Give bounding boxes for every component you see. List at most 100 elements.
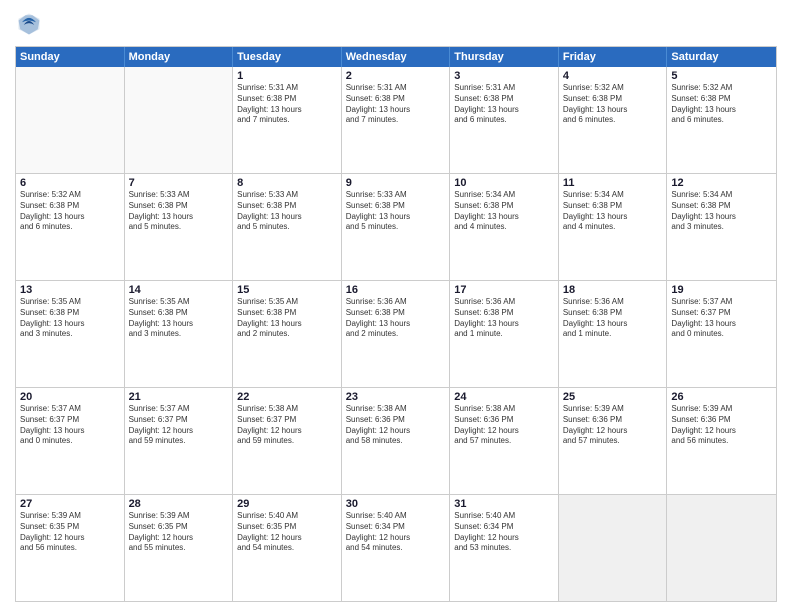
day-details: Sunrise: 5:35 AM Sunset: 6:38 PM Dayligh…: [129, 297, 229, 340]
calendar-cell-5-3: 29Sunrise: 5:40 AM Sunset: 6:35 PM Dayli…: [233, 495, 342, 601]
calendar-cell-4-3: 22Sunrise: 5:38 AM Sunset: 6:37 PM Dayli…: [233, 388, 342, 494]
calendar-row-5: 27 Sunrise: 5:39 AM Sunset: 6:35 PM Dayli…: [16, 494, 776, 601]
day-details: Sunrise: 5:39 AM Sunset: 6:36 PM Dayligh…: [563, 404, 663, 447]
calendar-cell-2-7: 12Sunrise: 5:34 AM Sunset: 6:38 PM Dayli…: [667, 174, 776, 280]
day-number: 3: [454, 70, 554, 82]
day-number: 12: [671, 177, 772, 189]
calendar-cell-2-4: 9Sunrise: 5:33 AM Sunset: 6:38 PM Daylig…: [342, 174, 451, 280]
day-number: 19: [671, 284, 772, 296]
calendar-cell-4-1: 20Sunrise: 5:37 AM Sunset: 6:37 PM Dayli…: [16, 388, 125, 494]
calendar-cell-5-7: [667, 495, 776, 601]
calendar-cell-3-4: 16Sunrise: 5:36 AM Sunset: 6:38 PM Dayli…: [342, 281, 451, 387]
day-number: 28: [129, 498, 229, 510]
day-details: Sunrise: 5:40 AM Sunset: 6:35 PM Dayligh…: [237, 511, 337, 554]
day-number: 14: [129, 284, 229, 296]
day-number: 7: [129, 177, 229, 189]
day-number: 17: [454, 284, 554, 296]
day-number: 25: [563, 391, 663, 403]
weekday-header-thursday: Thursday: [450, 47, 559, 67]
day-number: 30: [346, 498, 446, 510]
day-details: Sunrise: 5:37 AM Sunset: 6:37 PM Dayligh…: [671, 297, 772, 340]
day-details: Sunrise: 5:40 AM Sunset: 6:34 PM Dayligh…: [454, 511, 554, 554]
page: SundayMondayTuesdayWednesdayThursdayFrid…: [0, 0, 792, 612]
day-number: 22: [237, 391, 337, 403]
calendar-row-1: 1Sunrise: 5:31 AM Sunset: 6:38 PM Daylig…: [16, 67, 776, 173]
weekday-header-monday: Monday: [125, 47, 234, 67]
calendar-cell-5-2: 28Sunrise: 5:39 AM Sunset: 6:35 PM Dayli…: [125, 495, 234, 601]
calendar-cell-1-4: 2Sunrise: 5:31 AM Sunset: 6:38 PM Daylig…: [342, 67, 451, 173]
weekday-header-wednesday: Wednesday: [342, 47, 451, 67]
day-details: Sunrise: 5:32 AM Sunset: 6:38 PM Dayligh…: [563, 83, 663, 126]
day-details: Sunrise: 5:34 AM Sunset: 6:38 PM Dayligh…: [671, 190, 772, 233]
day-number: 21: [129, 391, 229, 403]
header: [15, 10, 777, 38]
calendar-body: 1Sunrise: 5:31 AM Sunset: 6:38 PM Daylig…: [16, 67, 776, 601]
calendar-cell-1-1: [16, 67, 125, 173]
day-details: Sunrise: 5:36 AM Sunset: 6:38 PM Dayligh…: [346, 297, 446, 340]
day-details: Sunrise: 5:37 AM Sunset: 6:37 PM Dayligh…: [20, 404, 120, 447]
calendar-cell-4-4: 23Sunrise: 5:38 AM Sunset: 6:36 PM Dayli…: [342, 388, 451, 494]
calendar-cell-4-2: 21Sunrise: 5:37 AM Sunset: 6:37 PM Dayli…: [125, 388, 234, 494]
day-number: 20: [20, 391, 120, 403]
day-details: Sunrise: 5:33 AM Sunset: 6:38 PM Dayligh…: [237, 190, 337, 233]
calendar-cell-5-6: [559, 495, 668, 601]
calendar-cell-4-6: 25Sunrise: 5:39 AM Sunset: 6:36 PM Dayli…: [559, 388, 668, 494]
logo-icon: [15, 10, 43, 38]
logo: [15, 10, 47, 38]
day-number: 29: [237, 498, 337, 510]
calendar-row-3: 13Sunrise: 5:35 AM Sunset: 6:38 PM Dayli…: [16, 280, 776, 387]
day-details: Sunrise: 5:40 AM Sunset: 6:34 PM Dayligh…: [346, 511, 446, 554]
day-number: 6: [20, 177, 120, 189]
calendar-cell-3-3: 15Sunrise: 5:35 AM Sunset: 6:38 PM Dayli…: [233, 281, 342, 387]
day-number: 8: [237, 177, 337, 189]
day-number: 18: [563, 284, 663, 296]
day-number: 24: [454, 391, 554, 403]
weekday-header-sunday: Sunday: [16, 47, 125, 67]
calendar-cell-3-5: 17Sunrise: 5:36 AM Sunset: 6:38 PM Dayli…: [450, 281, 559, 387]
calendar: SundayMondayTuesdayWednesdayThursdayFrid…: [15, 46, 777, 602]
calendar-cell-2-5: 10Sunrise: 5:34 AM Sunset: 6:38 PM Dayli…: [450, 174, 559, 280]
day-details: Sunrise: 5:31 AM Sunset: 6:38 PM Dayligh…: [237, 83, 337, 126]
day-details: Sunrise: 5:33 AM Sunset: 6:38 PM Dayligh…: [346, 190, 446, 233]
calendar-cell-3-2: 14Sunrise: 5:35 AM Sunset: 6:38 PM Dayli…: [125, 281, 234, 387]
calendar-cell-1-5: 3Sunrise: 5:31 AM Sunset: 6:38 PM Daylig…: [450, 67, 559, 173]
day-details: Sunrise: 5:32 AM Sunset: 6:38 PM Dayligh…: [671, 83, 772, 126]
calendar-row-2: 6Sunrise: 5:32 AM Sunset: 6:38 PM Daylig…: [16, 173, 776, 280]
calendar-cell-2-2: 7Sunrise: 5:33 AM Sunset: 6:38 PM Daylig…: [125, 174, 234, 280]
calendar-cell-5-4: 30Sunrise: 5:40 AM Sunset: 6:34 PM Dayli…: [342, 495, 451, 601]
weekday-header-tuesday: Tuesday: [233, 47, 342, 67]
day-number: 23: [346, 391, 446, 403]
day-details: Sunrise: 5:34 AM Sunset: 6:38 PM Dayligh…: [563, 190, 663, 233]
day-details: Sunrise: 5:39 AM Sunset: 6:35 PM Dayligh…: [129, 511, 229, 554]
day-details: Sunrise: 5:32 AM Sunset: 6:38 PM Dayligh…: [20, 190, 120, 233]
calendar-cell-4-7: 26Sunrise: 5:39 AM Sunset: 6:36 PM Dayli…: [667, 388, 776, 494]
day-details: Sunrise: 5:33 AM Sunset: 6:38 PM Dayligh…: [129, 190, 229, 233]
calendar-cell-1-7: 5Sunrise: 5:32 AM Sunset: 6:38 PM Daylig…: [667, 67, 776, 173]
calendar-cell-1-6: 4Sunrise: 5:32 AM Sunset: 6:38 PM Daylig…: [559, 67, 668, 173]
day-number: 26: [671, 391, 772, 403]
day-details: Sunrise: 5:36 AM Sunset: 6:38 PM Dayligh…: [563, 297, 663, 340]
day-details: Sunrise: 5:31 AM Sunset: 6:38 PM Dayligh…: [454, 83, 554, 126]
weekday-header-friday: Friday: [559, 47, 668, 67]
calendar-cell-2-6: 11Sunrise: 5:34 AM Sunset: 6:38 PM Dayli…: [559, 174, 668, 280]
day-number: 11: [563, 177, 663, 189]
day-number: 15: [237, 284, 337, 296]
calendar-cell-5-5: 31Sunrise: 5:40 AM Sunset: 6:34 PM Dayli…: [450, 495, 559, 601]
day-number: 27: [20, 498, 120, 510]
day-details: Sunrise: 5:36 AM Sunset: 6:38 PM Dayligh…: [454, 297, 554, 340]
calendar-row-4: 20Sunrise: 5:37 AM Sunset: 6:37 PM Dayli…: [16, 387, 776, 494]
day-details: Sunrise: 5:31 AM Sunset: 6:38 PM Dayligh…: [346, 83, 446, 126]
day-number: 31: [454, 498, 554, 510]
day-details: Sunrise: 5:38 AM Sunset: 6:36 PM Dayligh…: [454, 404, 554, 447]
day-details: Sunrise: 5:38 AM Sunset: 6:37 PM Dayligh…: [237, 404, 337, 447]
calendar-cell-3-1: 13Sunrise: 5:35 AM Sunset: 6:38 PM Dayli…: [16, 281, 125, 387]
calendar-cell-2-1: 6Sunrise: 5:32 AM Sunset: 6:38 PM Daylig…: [16, 174, 125, 280]
day-details: Sunrise: 5:37 AM Sunset: 6:37 PM Dayligh…: [129, 404, 229, 447]
calendar-cell-2-3: 8Sunrise: 5:33 AM Sunset: 6:38 PM Daylig…: [233, 174, 342, 280]
day-number: 5: [671, 70, 772, 82]
calendar-cell-1-3: 1Sunrise: 5:31 AM Sunset: 6:38 PM Daylig…: [233, 67, 342, 173]
day-number: 4: [563, 70, 663, 82]
day-number: 1: [237, 70, 337, 82]
day-details: Sunrise: 5:35 AM Sunset: 6:38 PM Dayligh…: [20, 297, 120, 340]
day-number: 10: [454, 177, 554, 189]
